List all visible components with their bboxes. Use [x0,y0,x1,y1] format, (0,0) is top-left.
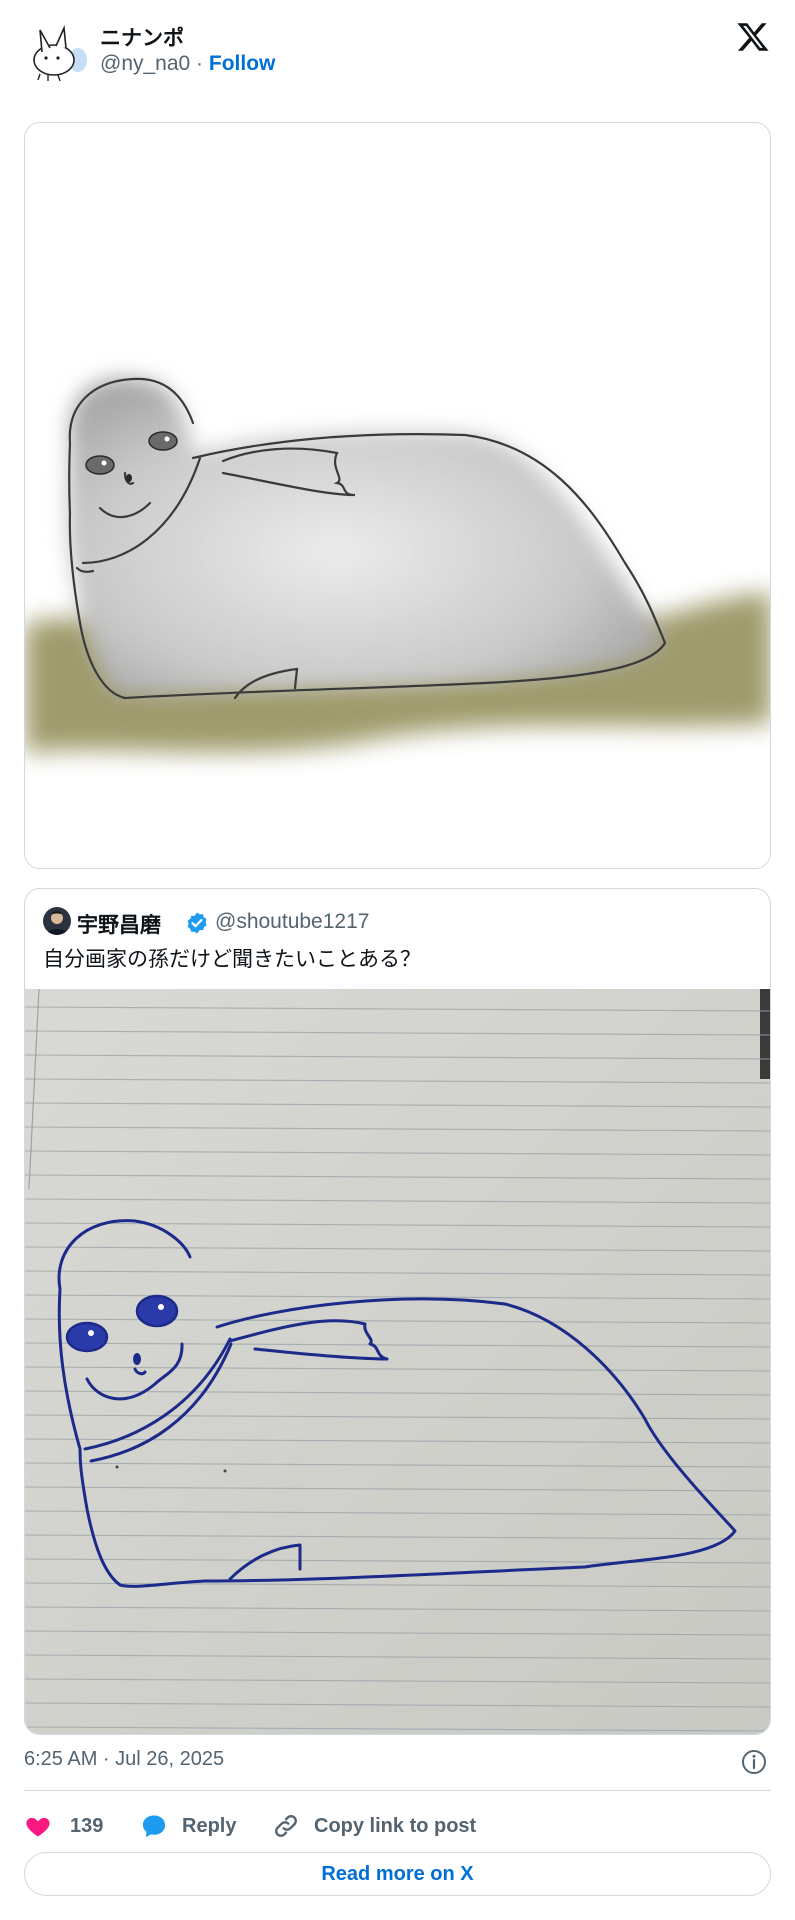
verified-badge-icon [185,911,209,935]
quoted-author-name[interactable]: 宇野昌磨 [77,909,161,939]
info-icon[interactable] [740,1748,768,1776]
quoted-avatar[interactable] [43,907,71,935]
copy-link-label: Copy link to post [314,1815,477,1837]
quoted-tweet[interactable]: 宇野昌磨 @shoutube1217 自分画家の孫だけど聞きたいことある？ [24,888,771,1735]
author-handle[interactable]: @ny_na0 [100,52,190,75]
follow-button[interactable]: Follow [209,52,276,75]
actions-bar: 139 Reply Copy link to post [24,1806,771,1846]
copy-link-button[interactable]: Copy link to post [272,1806,492,1846]
link-icon [275,1815,297,1837]
quoted-author-handle[interactable]: @shoutube1217 [215,910,369,934]
x-logo-icon[interactable] [736,20,770,54]
tweet-header: ニナンポ @ny_na0 · Follow [24,20,774,90]
author-handle-row: @ny_na0 · Follow [100,52,275,76]
heart-icon [26,1817,50,1837]
divider [24,1790,771,1791]
separator: · [190,52,209,75]
tweet-card: ニナンポ @ny_na0 · Follow 宇野昌磨 @shoutube1217… [0,0,795,1920]
author-name[interactable]: ニナンポ [100,22,184,52]
quoted-tweet-text: 自分画家の孫だけど聞きたいことある？ [43,947,421,971]
avatar[interactable] [28,24,90,86]
quoted-tweet-image[interactable] [25,989,770,1734]
timestamp[interactable]: 6:25 AM · Jul 26, 2025 [24,1748,224,1771]
reply-label: Reply [182,1815,237,1837]
reply-bubble-icon [142,1815,166,1838]
seal-painting-image [25,123,770,868]
like-button[interactable]: 139 [24,1806,114,1846]
like-count: 139 [70,1815,104,1837]
seal-sketch-image [25,989,770,1734]
tweet-image[interactable] [24,122,771,869]
read-more-button[interactable]: Read more on X [24,1852,771,1896]
reply-button[interactable]: Reply [140,1806,260,1846]
